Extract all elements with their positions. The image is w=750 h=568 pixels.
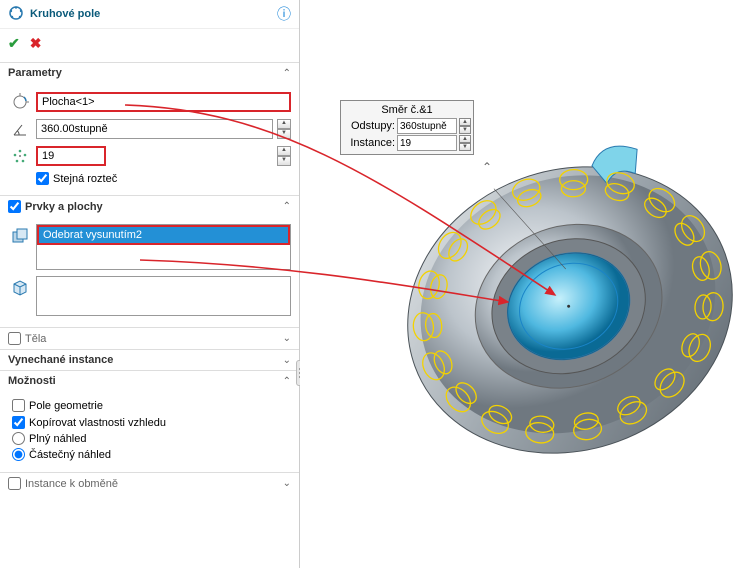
help-icon[interactable]: ⓘ: [277, 4, 291, 24]
chevron-up-icon: ⌃: [283, 201, 291, 212]
axis-input[interactable]: [36, 92, 291, 112]
count-spinner[interactable]: ▲▼: [277, 146, 291, 166]
circular-pattern-icon: [8, 5, 24, 24]
count-icon: [8, 144, 32, 168]
section-skipped-header[interactable]: Vynechané instance ⌄: [0, 349, 299, 370]
section-features-label: Prvky a plochy: [25, 201, 103, 213]
full-preview-label: Plný náhled: [29, 433, 87, 445]
angle-spinner[interactable]: ▲▼: [277, 119, 291, 139]
section-options-header[interactable]: Možnosti ⌃: [0, 370, 299, 391]
geometry-pattern-checkbox[interactable]: [12, 399, 25, 412]
panel-header: Kruhové pole ⓘ: [0, 0, 299, 29]
faces-list-icon: [8, 276, 32, 300]
property-panel: Kruhové pole ⓘ ✔ ✖ Parametry ⌃ ▲▼: [0, 0, 300, 568]
partial-preview-label: Částečný náhled: [29, 449, 111, 461]
angle-input[interactable]: [36, 119, 273, 139]
section-parametry-label: Parametry: [8, 67, 62, 79]
partial-preview-radio[interactable]: [12, 448, 25, 461]
graphics-viewport[interactable]: Směr č.&1 Odstupy: ▲▼ Instance: ▲▼ ⌃: [300, 0, 750, 568]
section-features-body: Odebrat vysunutím2: [0, 217, 299, 327]
section-vary-header[interactable]: Instance k obměně ⌄: [0, 472, 299, 494]
section-parametry-body: ▲▼ ▲▼ Stejná rozteč: [0, 83, 299, 195]
equal-spacing-checkbox[interactable]: [36, 172, 49, 185]
section-features-header[interactable]: Prvky a plochy ⌃: [0, 195, 299, 217]
bodies-section-checkbox[interactable]: [8, 332, 21, 345]
panel-title: Kruhové pole: [30, 8, 277, 20]
section-bodies-header[interactable]: Těla ⌄: [0, 327, 299, 349]
features-listbox[interactable]: Odebrat vysunutím2: [36, 224, 291, 270]
chevron-down-icon: ⌄: [283, 355, 291, 366]
model-render: [380, 10, 740, 560]
section-vary-label: Instance k obměně: [25, 478, 118, 490]
ok-button[interactable]: ✔: [8, 35, 20, 52]
section-options-label: Možnosti: [8, 375, 56, 387]
count-input[interactable]: [36, 146, 106, 166]
feature-list-item[interactable]: Odebrat vysunutím2: [37, 225, 290, 245]
full-preview-radio[interactable]: [12, 432, 25, 445]
section-skipped-label: Vynechané instance: [8, 354, 113, 366]
section-options-body: Pole geometrie Kopírovat vlastnosti vzhl…: [0, 391, 299, 472]
cancel-button[interactable]: ✖: [30, 35, 42, 52]
chevron-down-icon: ⌄: [283, 333, 291, 344]
angle-icon: [8, 117, 32, 141]
chevron-up-icon: ⌃: [283, 376, 291, 387]
chevron-up-icon: ⌃: [283, 68, 291, 79]
features-list-icon: [8, 224, 32, 248]
confirm-row: ✔ ✖: [0, 29, 299, 62]
section-parametry-header[interactable]: Parametry ⌃: [0, 62, 299, 83]
copy-appearance-checkbox[interactable]: [12, 416, 25, 429]
vary-instances-checkbox[interactable]: [8, 477, 21, 490]
equal-spacing-label: Stejná rozteč: [53, 173, 117, 185]
geometry-pattern-label: Pole geometrie: [29, 400, 103, 412]
faces-listbox[interactable]: [36, 276, 291, 316]
axis-icon: [8, 90, 32, 114]
features-section-checkbox[interactable]: [8, 200, 21, 213]
chevron-down-icon: ⌄: [283, 478, 291, 489]
copy-appearance-label: Kopírovat vlastnosti vzhledu: [29, 417, 166, 429]
section-bodies-label: Těla: [25, 333, 46, 345]
